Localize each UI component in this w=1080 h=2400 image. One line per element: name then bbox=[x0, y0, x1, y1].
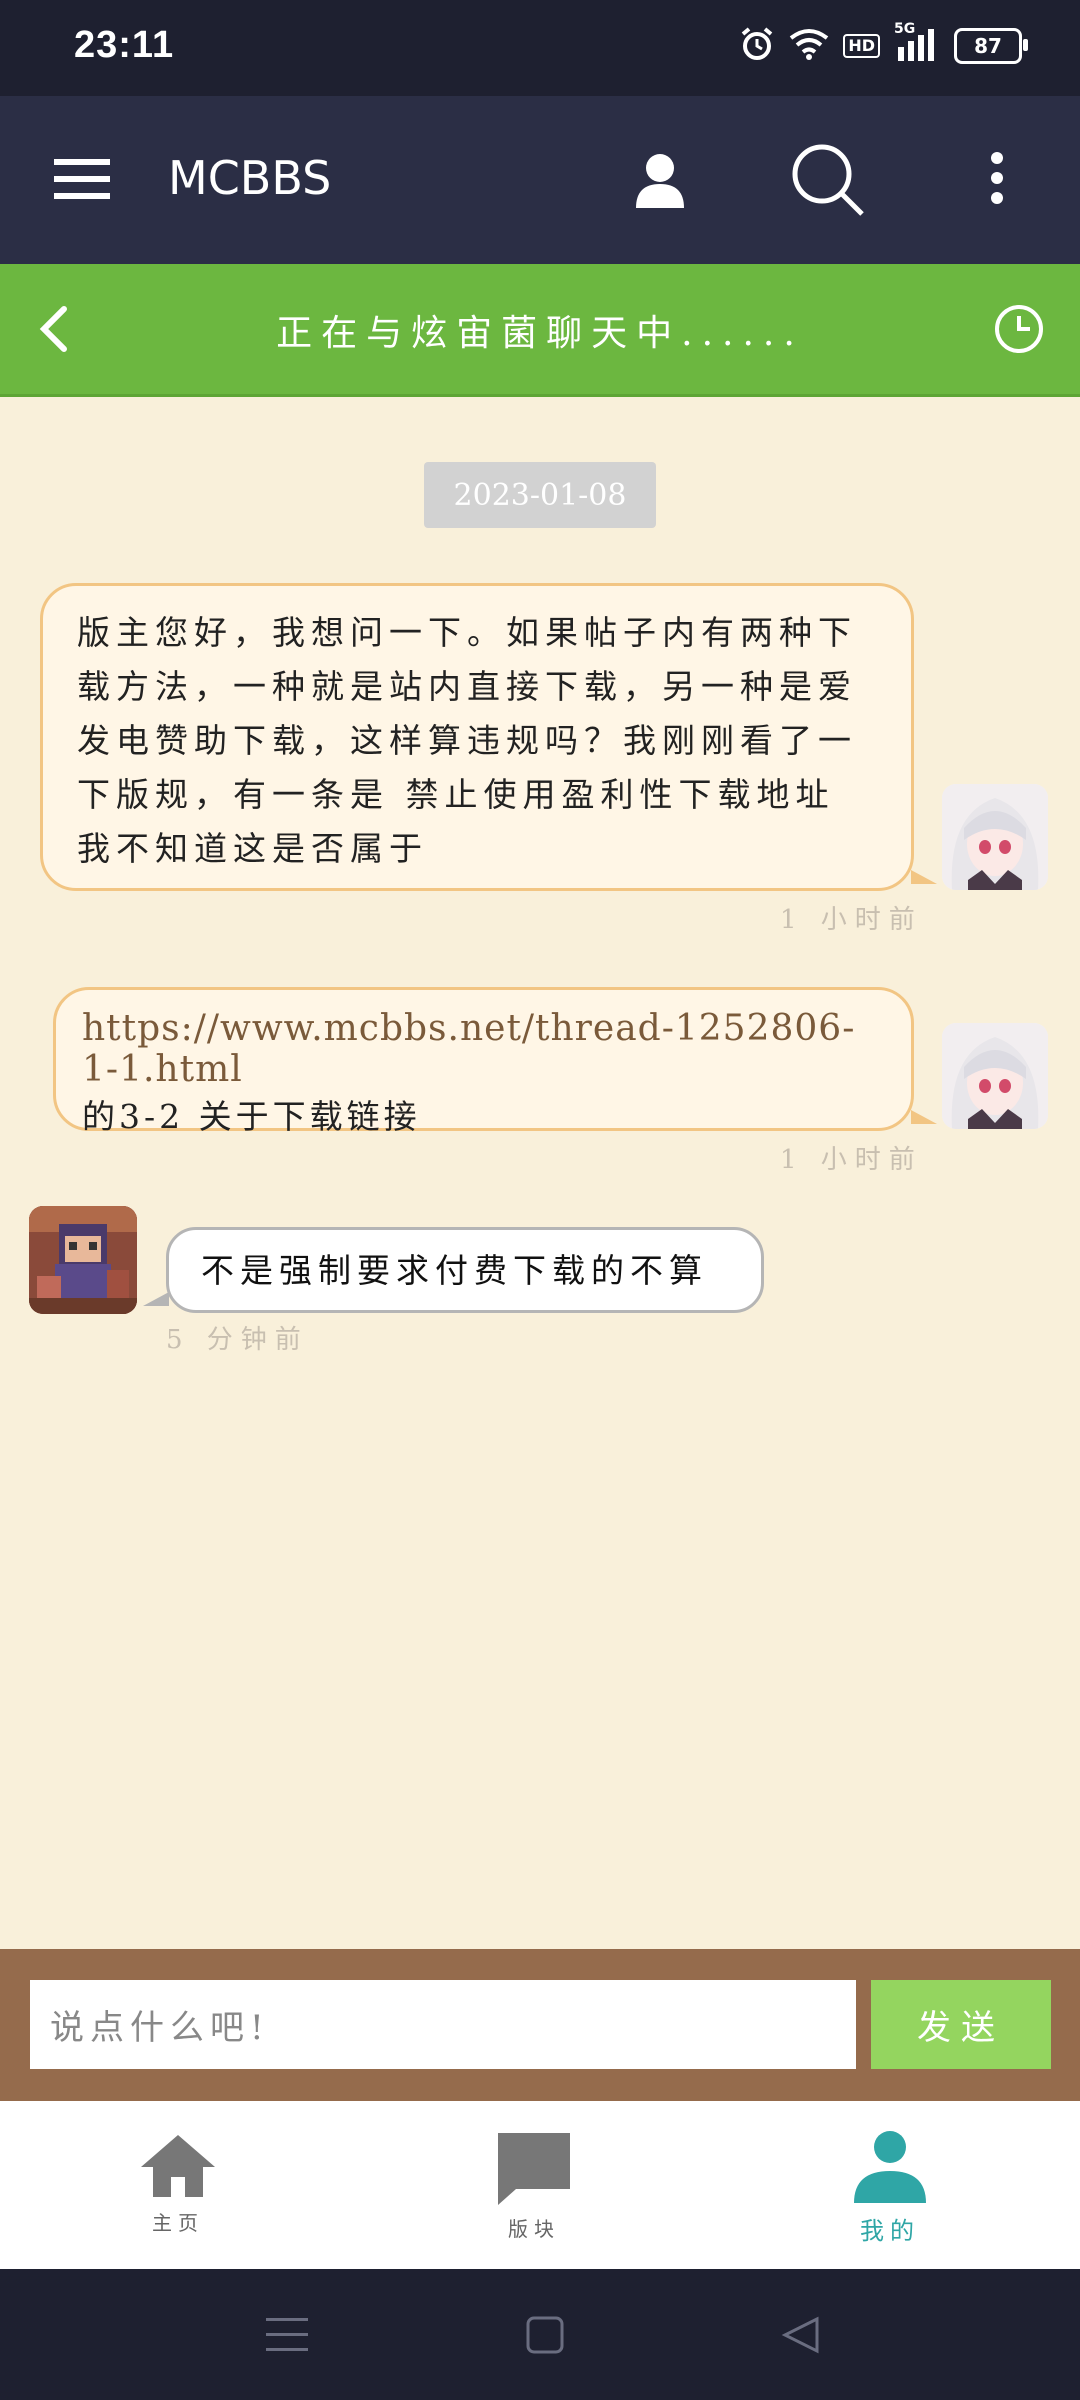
app-bar: MCBBS bbox=[0, 96, 1080, 264]
avatar[interactable] bbox=[942, 784, 1048, 890]
app-title: MCBBS bbox=[168, 151, 332, 205]
hd-badge: HD bbox=[843, 34, 880, 58]
avatar[interactable] bbox=[942, 1023, 1048, 1129]
battery-indicator: 87 bbox=[954, 28, 1028, 64]
system-nav-bar bbox=[0, 2269, 1080, 2400]
back-nav-icon[interactable] bbox=[776, 2313, 826, 2357]
message-text: 版主您好，我想问一下。如果帖子内有两种下载方法，一种就是站内直接下载，另一种是爱… bbox=[77, 613, 857, 868]
avatar[interactable] bbox=[29, 1206, 137, 1314]
send-button[interactable]: 发送 bbox=[871, 1980, 1051, 2069]
nav-label: 版块 bbox=[508, 2217, 560, 2241]
nav-label: 主页 bbox=[152, 2211, 204, 2235]
nav-label: 我的 bbox=[860, 2217, 920, 2245]
home-icon bbox=[139, 2133, 217, 2201]
recents-icon[interactable] bbox=[262, 2313, 312, 2357]
message-bubble-incoming[interactable]: 不是强制要求付费下载的不算 bbox=[143, 1227, 764, 1313]
message-text: 的3-2 关于下载链接 bbox=[82, 1097, 421, 1136]
bottom-nav: 主页 版块 我的 bbox=[0, 2101, 1080, 2269]
message-bubble-outgoing[interactable]: 版主您好，我想问一下。如果帖子内有两种下载方法，一种就是站内直接下载，另一种是爱… bbox=[40, 583, 937, 891]
chat-header: 正在与炫宙菌聊天中...... bbox=[0, 264, 1080, 397]
clock-icon[interactable] bbox=[992, 302, 1046, 356]
bubble-tail bbox=[143, 1292, 169, 1306]
message-input[interactable]: 说点什么吧! bbox=[30, 1980, 856, 2069]
search-icon[interactable] bbox=[788, 140, 868, 220]
signal-icon: 5G bbox=[894, 21, 940, 65]
message-link[interactable]: https://www.mcbbs.net/thread-1252806-1-1… bbox=[82, 1008, 885, 1090]
bubble-tail bbox=[911, 870, 937, 884]
bubble-tail bbox=[911, 1110, 937, 1124]
network-type: 5G bbox=[894, 21, 916, 37]
nav-item-profile[interactable]: 我的 bbox=[790, 2101, 990, 2269]
message-time: 5 分钟前 bbox=[166, 1325, 309, 1355]
status-icons: HD 5G 87 bbox=[739, 21, 1028, 66]
message-time: 1 小时前 bbox=[780, 905, 923, 935]
person-icon bbox=[850, 2129, 930, 2207]
more-vert-icon[interactable] bbox=[982, 148, 1012, 208]
input-bar: 说点什么吧! 发送 bbox=[0, 1949, 1080, 2101]
chat-header-title: 正在与炫宙菌聊天中...... bbox=[276, 313, 804, 354]
wifi-icon bbox=[789, 28, 829, 64]
user-icon[interactable] bbox=[630, 150, 690, 210]
chat-area[interactable]: 2023-01-08 版主您好，我想问一下。如果帖子内有两种下载方法，一种就是站… bbox=[0, 397, 1080, 1949]
status-time: 23:11 bbox=[74, 24, 175, 66]
menu-icon[interactable] bbox=[52, 154, 112, 204]
nav-item-forums[interactable]: 版块 bbox=[434, 2101, 634, 2269]
message-text: 不是强制要求付费下载的不算 bbox=[201, 1251, 708, 1290]
status-bar: 23:11 HD 5G 87 bbox=[0, 0, 1080, 96]
home-nav-icon[interactable] bbox=[520, 2313, 570, 2357]
message-bubble-outgoing[interactable]: https://www.mcbbs.net/thread-1252806-1-1… bbox=[53, 987, 937, 1136]
alarm-icon bbox=[739, 26, 775, 66]
message-time: 1 小时前 bbox=[780, 1145, 923, 1175]
date-divider: 2023-01-08 bbox=[424, 462, 656, 528]
chat-icon bbox=[494, 2129, 574, 2211]
nav-item-home[interactable]: 主页 bbox=[78, 2101, 278, 2269]
